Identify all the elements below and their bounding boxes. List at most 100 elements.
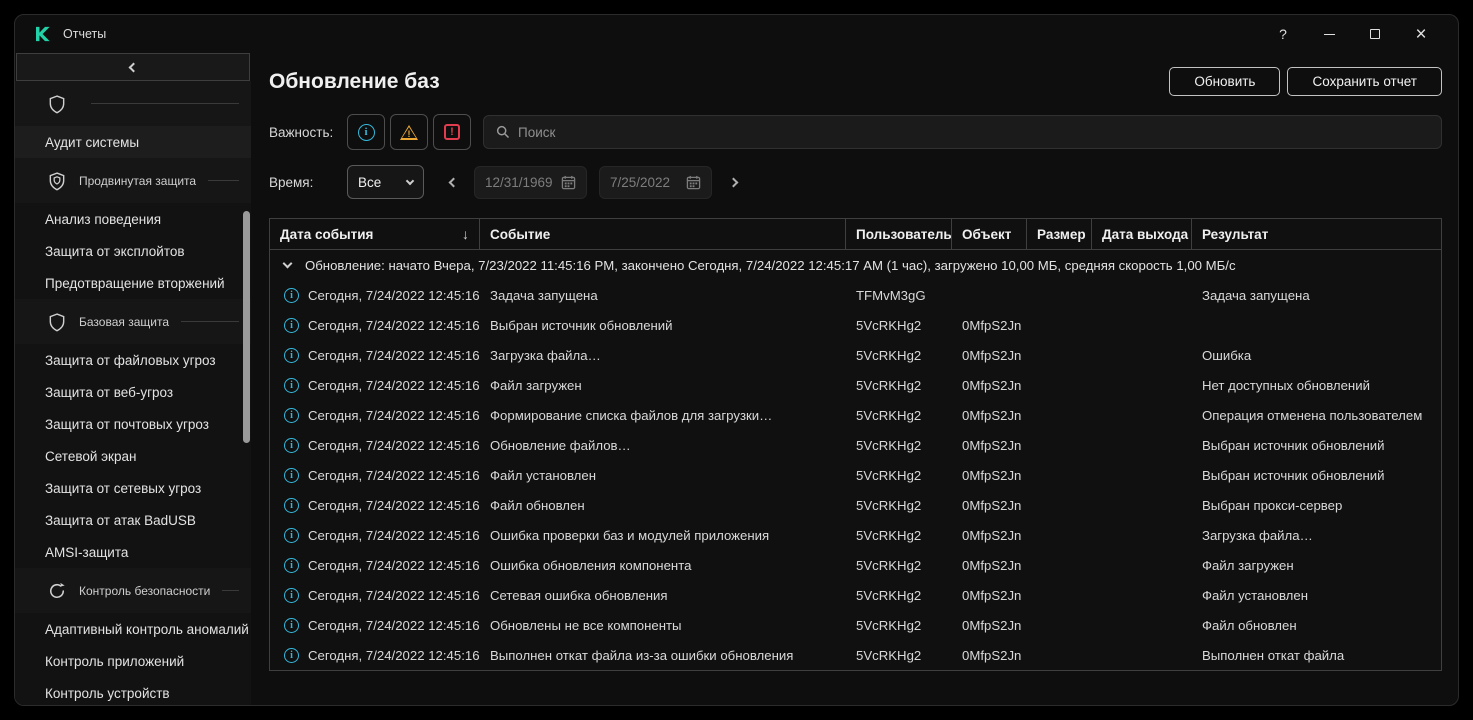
minimize-icon xyxy=(1324,34,1335,35)
date-from-field[interactable]: 12/31/1969 xyxy=(474,166,587,199)
sidebar-item[interactable]: Защита от файловых угроз xyxy=(15,344,251,376)
object-cell: 0MfpS2Jn xyxy=(952,580,1027,610)
severity-warning-button[interactable]: ! xyxy=(390,114,428,150)
sidebar-section-header: Контроль безопасности xyxy=(15,568,251,613)
sidebar-collapse-button[interactable] xyxy=(16,53,250,81)
date-from-value: 12/31/1969 xyxy=(485,175,553,190)
table-row[interactable]: i Сегодня, 7/24/2022 12:45:16 AM Выполне… xyxy=(270,640,1441,670)
sidebar-item[interactable]: Защита от веб-угроз xyxy=(15,376,251,408)
event-cell: Формирование списка файлов для загрузки… xyxy=(480,400,846,430)
next-period-button[interactable] xyxy=(718,179,748,186)
chevron-left-icon xyxy=(128,62,138,72)
object-cell: 0MfpS2Jn xyxy=(952,340,1027,370)
size-cell xyxy=(1027,580,1092,610)
table-row[interactable]: i Сегодня, 7/24/2022 12:45:16 AM Выбран … xyxy=(270,310,1441,340)
events-table-header: Дата события ↓ Событие Пользователь Объе… xyxy=(270,219,1441,250)
size-cell xyxy=(1027,460,1092,490)
table-row[interactable]: i Сегодня, 7/24/2022 12:45:16 AM Обновле… xyxy=(270,430,1441,460)
minimize-button[interactable] xyxy=(1306,19,1352,49)
release-date-cell xyxy=(1092,550,1192,580)
column-header-size[interactable]: Размер xyxy=(1027,219,1092,249)
severity-filter-group: i ! ! xyxy=(347,114,471,150)
column-header-release-date[interactable]: Дата выхода xyxy=(1092,219,1192,249)
result-cell: Выбран прокси-сервер xyxy=(1192,490,1441,520)
info-icon: i xyxy=(284,378,299,393)
column-header-event[interactable]: Событие xyxy=(480,219,846,249)
event-cell: Ошибка обновления компонента xyxy=(480,550,846,580)
release-date-cell xyxy=(1092,400,1192,430)
calendar-icon[interactable] xyxy=(561,175,576,190)
refresh-report-button[interactable]: Обновить xyxy=(1169,67,1280,96)
table-row[interactable]: i Сегодня, 7/24/2022 12:45:16 AM Задача … xyxy=(270,280,1441,310)
calendar-icon[interactable] xyxy=(686,175,701,190)
column-header-result[interactable]: Результат xyxy=(1192,219,1441,249)
table-row[interactable]: i Сегодня, 7/24/2022 12:45:16 AM Формиро… xyxy=(270,400,1441,430)
size-cell xyxy=(1027,490,1092,520)
search-icon xyxy=(496,125,510,139)
event-date-cell: Сегодня, 7/24/2022 12:45:16 AM xyxy=(308,288,480,303)
sidebar-item[interactable]: Защита от сетевых угроз xyxy=(15,472,251,504)
sidebar-item[interactable]: Анализ поведения xyxy=(15,203,251,235)
sidebar-section-header: Продвинутая защита xyxy=(15,158,251,203)
sidebar-item[interactable]: Контроль устройств xyxy=(15,677,251,706)
kaspersky-logo-icon xyxy=(33,25,51,43)
event-date-cell: Сегодня, 7/24/2022 12:45:16 AM xyxy=(308,498,480,513)
table-row[interactable]: i Сегодня, 7/24/2022 12:45:16 AM Файл ус… xyxy=(270,460,1441,490)
result-cell: Файл установлен xyxy=(1192,580,1441,610)
user-cell: 5VcRKHg2 xyxy=(846,580,952,610)
column-header-user[interactable]: Пользователь xyxy=(846,219,952,249)
object-cell: 0MfpS2Jn xyxy=(952,370,1027,400)
object-cell: 0MfpS2Jn xyxy=(952,520,1027,550)
table-row[interactable]: i Сегодня, 7/24/2022 12:45:16 AM Загрузк… xyxy=(270,340,1441,370)
time-range-select[interactable]: Все xyxy=(347,165,424,199)
section-divider xyxy=(91,103,239,104)
date-to-value: 7/25/2022 xyxy=(610,175,670,190)
sidebar-item[interactable]: Защита от почтовых угроз xyxy=(15,408,251,440)
event-cell: Файл установлен xyxy=(480,460,846,490)
user-cell: 5VcRKHg2 xyxy=(846,520,952,550)
sidebar-item[interactable]: Защита от атак BadUSB xyxy=(15,504,251,536)
table-row[interactable]: i Сегодня, 7/24/2022 12:45:16 AM Ошибка … xyxy=(270,550,1441,580)
date-to-field[interactable]: 7/25/2022 xyxy=(599,166,712,199)
update-group-row[interactable]: Обновление: начато Вчера, 7/23/2022 11:4… xyxy=(270,250,1441,280)
table-row[interactable]: i Сегодня, 7/24/2022 12:45:16 AM Сетевая… xyxy=(270,580,1441,610)
sidebar-scrollbar-thumb[interactable] xyxy=(243,211,250,443)
search-input[interactable] xyxy=(518,125,1429,140)
column-header-event-date[interactable]: Дата события ↓ xyxy=(270,219,480,249)
severity-info-button[interactable]: i xyxy=(347,114,385,150)
prev-period-button[interactable] xyxy=(438,179,468,186)
result-cell: Нет доступных обновлений xyxy=(1192,370,1441,400)
event-cell: Обновлены не все компоненты xyxy=(480,610,846,640)
sidebar-item[interactable]: Защита от эксплойтов xyxy=(15,235,251,267)
event-cell: Файл обновлен xyxy=(480,490,846,520)
result-cell: Загрузка файла… xyxy=(1192,520,1441,550)
user-cell: TFMvM3gG xyxy=(846,280,952,310)
user-cell: 5VcRKHg2 xyxy=(846,340,952,370)
info-icon: i xyxy=(284,318,299,333)
table-row[interactable]: i Сегодня, 7/24/2022 12:45:16 AM Ошибка … xyxy=(270,520,1441,550)
sidebar-item[interactable]: Адаптивный контроль аномалий xyxy=(15,613,251,645)
sidebar-item[interactable]: Контроль приложений xyxy=(15,645,251,677)
maximize-button[interactable] xyxy=(1352,19,1398,49)
search-box[interactable] xyxy=(483,115,1442,149)
help-button[interactable]: ? xyxy=(1260,19,1306,49)
sidebar-item[interactable]: Сетевой экран xyxy=(15,440,251,472)
critical-icon: ! xyxy=(444,124,460,140)
info-icon: i xyxy=(284,618,299,633)
sidebar-item[interactable]: AMSI-защита xyxy=(15,536,251,568)
sidebar-item[interactable]: Аудит системы xyxy=(15,126,251,158)
sort-descending-icon: ↓ xyxy=(462,226,469,242)
chevron-left-icon xyxy=(448,177,458,187)
column-header-object[interactable]: Объект xyxy=(952,219,1027,249)
table-row[interactable]: i Сегодня, 7/24/2022 12:45:16 AM Файл об… xyxy=(270,490,1441,520)
table-row[interactable]: i Сегодня, 7/24/2022 12:45:16 AM Обновле… xyxy=(270,610,1441,640)
user-cell: 5VcRKHg2 xyxy=(846,460,952,490)
severity-critical-button[interactable]: ! xyxy=(433,114,471,150)
sidebar-item[interactable]: Предотвращение вторжений xyxy=(15,267,251,299)
event-cell: Выбран источник обновлений xyxy=(480,310,846,340)
close-button[interactable]: × xyxy=(1398,19,1444,49)
save-report-button[interactable]: Сохранить отчет xyxy=(1287,67,1442,96)
result-cell: Файл обновлен xyxy=(1192,610,1441,640)
table-row[interactable]: i Сегодня, 7/24/2022 12:45:16 AM Файл за… xyxy=(270,370,1441,400)
size-cell xyxy=(1027,520,1092,550)
